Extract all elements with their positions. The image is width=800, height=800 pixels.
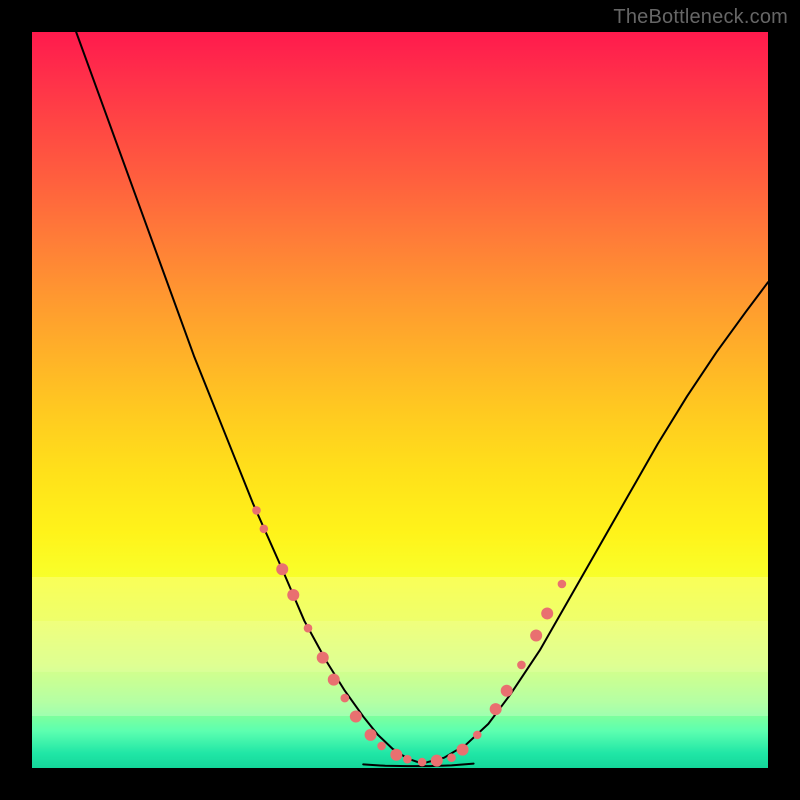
marker-group (252, 506, 566, 767)
marker-dot (260, 525, 269, 534)
marker-dot (501, 685, 513, 697)
chart-frame: TheBottleneck.com (0, 0, 800, 800)
marker-dot (457, 744, 469, 756)
marker-dot (541, 607, 553, 619)
curve-right-curve (422, 282, 768, 763)
marker-dot (341, 694, 350, 703)
marker-dot (418, 758, 427, 767)
marker-dot (276, 563, 288, 575)
plot-area (32, 32, 768, 768)
marker-dot (431, 755, 443, 767)
marker-dot (490, 703, 502, 715)
marker-dot (350, 710, 362, 722)
marker-dot (473, 731, 482, 740)
marker-dot (403, 755, 412, 764)
marker-dot (317, 652, 329, 664)
curve-group (76, 32, 768, 766)
marker-dot (365, 729, 377, 741)
marker-dot (530, 630, 542, 642)
marker-dot (304, 624, 313, 633)
chart-svg (32, 32, 768, 768)
marker-dot (252, 506, 261, 515)
marker-dot (517, 661, 526, 670)
marker-dot (328, 674, 340, 686)
marker-dot (390, 749, 402, 761)
marker-dot (287, 589, 299, 601)
watermark-text: TheBottleneck.com (613, 6, 788, 29)
marker-dot (447, 753, 456, 762)
marker-dot (558, 580, 567, 589)
curve-left-curve (76, 32, 422, 764)
marker-dot (377, 742, 386, 751)
